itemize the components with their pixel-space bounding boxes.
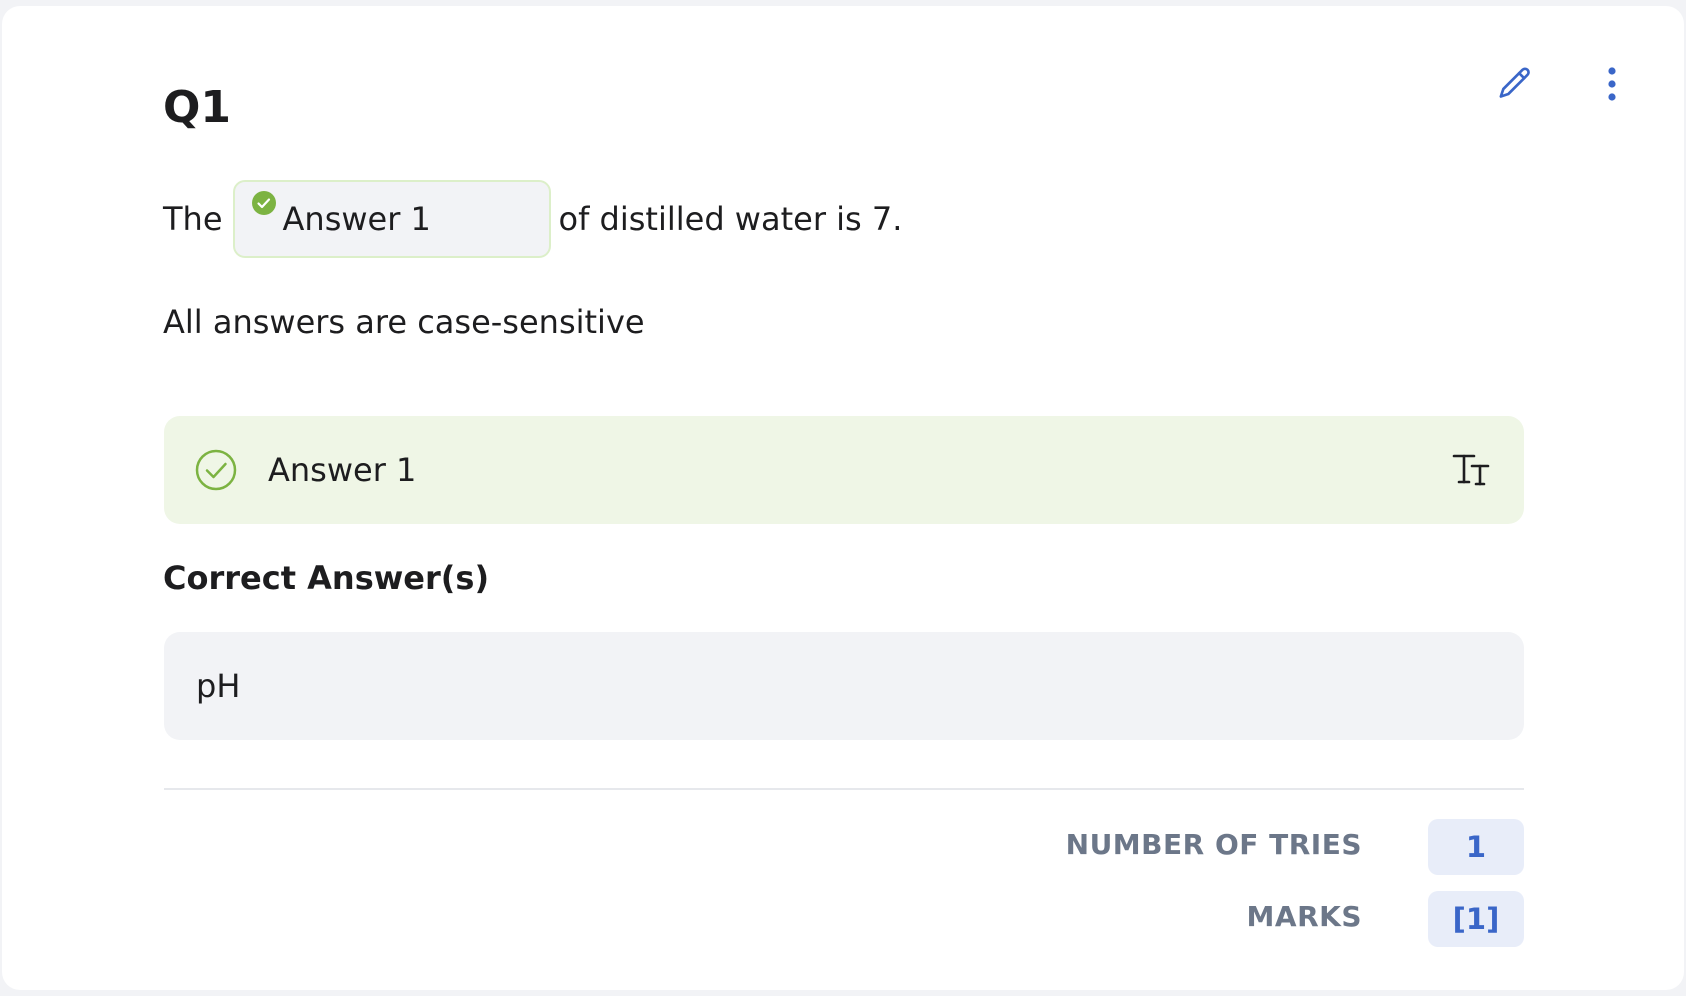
answer-option-label: Answer 1 <box>268 451 417 489</box>
more-options-button[interactable] <box>1595 61 1629 107</box>
correct-answer-box: pH <box>164 632 1524 740</box>
correct-answers-heading: Correct Answer(s) <box>163 559 490 597</box>
vertical-dots-icon <box>1608 67 1616 101</box>
question-text-before: The <box>163 200 223 238</box>
answer-blank-label: Answer 1 <box>282 200 431 238</box>
answer-option[interactable]: Answer 1 <box>164 416 1524 524</box>
edit-button[interactable] <box>1492 61 1538 107</box>
number-of-tries-value[interactable]: 1 <box>1428 819 1524 875</box>
question-text: The Answer 1 of distilled water is 7. <box>163 179 902 259</box>
number-of-tries-label: NUMBER OF TRIES <box>1065 828 1362 861</box>
correct-answer-value: pH <box>196 667 241 705</box>
question-card: Q1 The Answer 1 of distilled water is 7.… <box>2 6 1684 990</box>
marks-value[interactable]: [1] <box>1428 891 1524 947</box>
text-size-icon[interactable] <box>1448 446 1494 492</box>
check-badge-icon <box>251 191 276 215</box>
pencil-icon <box>1499 67 1530 98</box>
answer-blank[interactable]: Answer 1 <box>232 180 551 258</box>
check-circle-icon <box>195 449 237 491</box>
divider <box>164 788 1524 790</box>
case-sensitivity-note: All answers are case-sensitive <box>163 303 645 341</box>
marks-label: MARKS <box>1246 900 1362 933</box>
question-title: Q1 <box>163 82 232 133</box>
question-text-after: of distilled water is 7. <box>558 200 903 238</box>
